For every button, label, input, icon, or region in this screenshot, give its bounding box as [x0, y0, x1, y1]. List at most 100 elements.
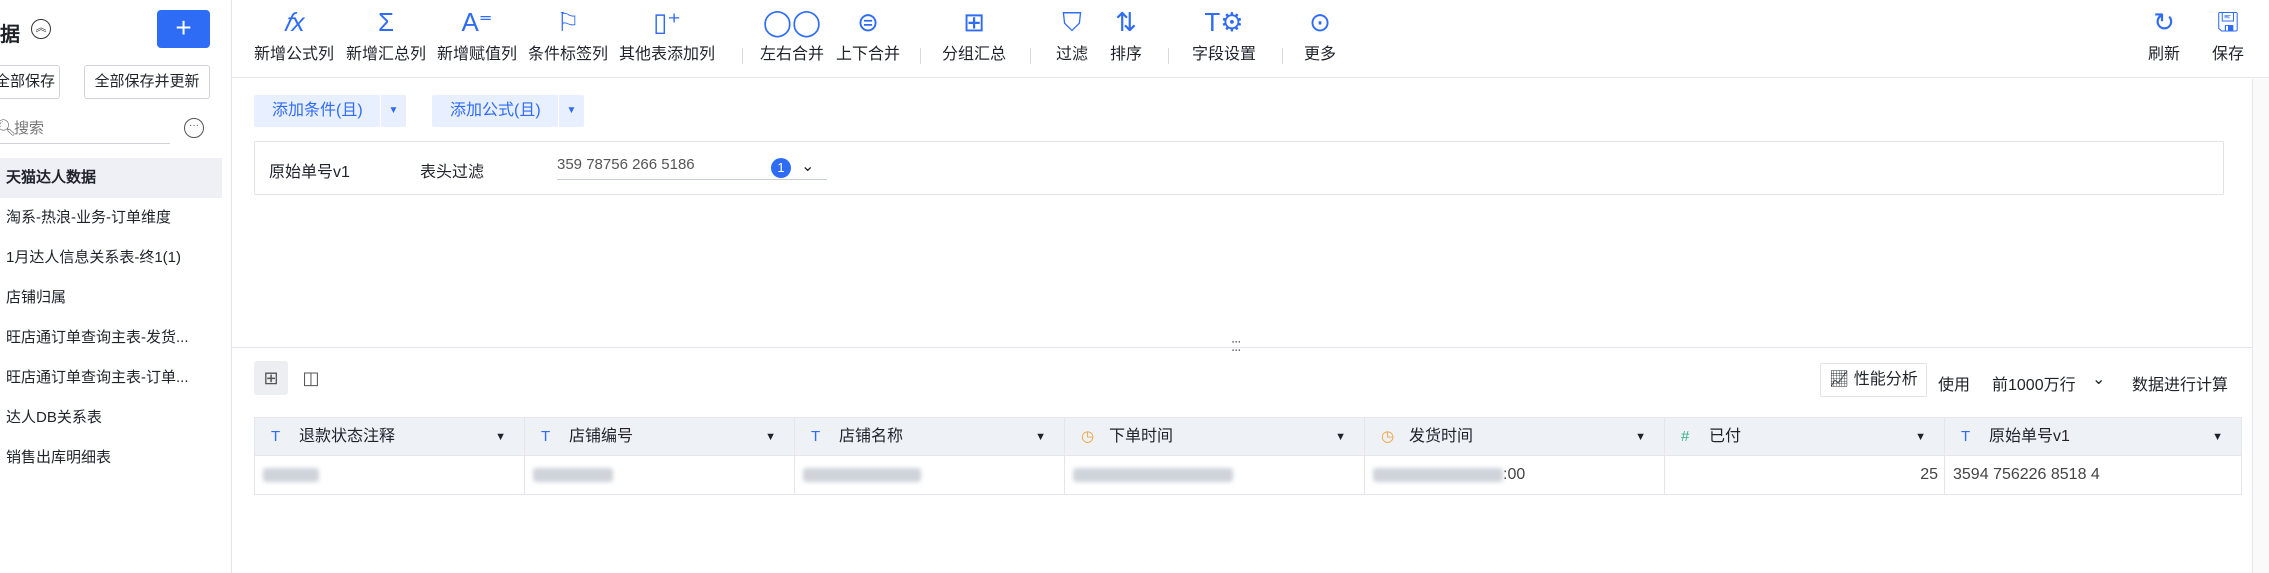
number-type-icon: # [1681, 428, 1690, 445]
filter-condition-row: 原始单号v1 表头过滤 359 78756 266 5186 1 ⌄ [254, 141, 2224, 195]
sidebar-title: 据 [0, 24, 20, 46]
assign-icon: A⁼ [461, 7, 493, 37]
filter-field[interactable]: 原始单号v1 [269, 158, 350, 182]
add-table-button[interactable]: + [157, 10, 210, 48]
column-name: 发货时间 [1409, 428, 1474, 445]
group-icon: ⊞ [963, 7, 985, 37]
chevron-down-icon[interactable]: ▼ [495, 418, 506, 455]
filter-button[interactable]: ⛉ 过滤 [1056, 4, 1088, 64]
chevron-down-icon[interactable]: ⌄ [2092, 369, 2105, 389]
column-header[interactable]: # 已付 ▼ [1665, 418, 1945, 455]
group-label: 分组汇总 [942, 46, 1007, 63]
sidebar-item[interactable]: 店铺归属 [0, 278, 222, 318]
add-condition-button[interactable]: 添加条件(且) ▼ [254, 95, 406, 127]
condition-tag-column-button[interactable]: ⚐ 条件标签列 [528, 4, 608, 64]
collapse-circle-icon[interactable]: ︽ [31, 19, 51, 39]
refresh-label: 刷新 [2148, 46, 2181, 63]
filter-value-text: 359 78756 266 5186 [557, 156, 695, 173]
add-formula-label: 新增公式列 [254, 46, 335, 63]
sidebar-item[interactable]: 旺店通订单查询主表-订单... [0, 358, 222, 398]
sigma-icon: Σ [377, 7, 395, 37]
save-all-update-button[interactable]: 全部保存并更新 [84, 65, 210, 99]
performance-analysis-button[interactable]: 📈︎ 性能分析 [1820, 363, 1927, 397]
save-button[interactable]: 🖫 保存 [2212, 4, 2244, 64]
column-header[interactable]: T 原始单号v1 ▼ [1945, 418, 2241, 455]
merge-lr-icon: ◯◯ [762, 7, 822, 37]
chart-icon: 📈︎ [1829, 371, 1854, 388]
sidebar-item[interactable]: 销售出库明细表 [0, 438, 222, 478]
column-header[interactable]: ◷ 下单时间 ▼ [1065, 418, 1365, 455]
add-formula-column-button[interactable]: 𝑓x 新增公式列 [254, 4, 334, 64]
chevron-down-icon[interactable]: ▼ [765, 418, 776, 455]
merge-left-right-button[interactable]: ◯◯ 左右合并 [760, 4, 824, 64]
text-type-icon: T [541, 428, 551, 445]
add-assign-label: 新增赋值列 [437, 46, 518, 63]
table-cell[interactable] [525, 456, 795, 494]
sidebar-item[interactable]: 达人DB关系表 [0, 398, 222, 438]
merge-lr-label: 左右合并 [760, 46, 825, 63]
flag-icon: ⚐ [556, 7, 580, 37]
chevron-down-icon[interactable]: ▼ [1915, 418, 1926, 455]
column-name: 店铺名称 [839, 428, 904, 445]
table-list: 天猫达人数据 淘系-热浪-业务-订单维度 1月达人信息关系表-终1(1) 店铺归… [0, 158, 222, 478]
more-icon: ⊙ [1309, 7, 1331, 37]
redacted-value [803, 467, 921, 482]
chevron-down-icon[interactable]: ▼ [1035, 418, 1046, 455]
column-header[interactable]: T 店铺名称 ▼ [795, 418, 1065, 455]
sidebar-header: 据 ︽ + [0, 10, 232, 50]
chevron-down-icon[interactable]: ⌄ [801, 156, 814, 176]
redacted-value [1073, 467, 1233, 482]
filter-type[interactable]: 表头过滤 [420, 158, 484, 182]
column-header[interactable]: ◷ 发货时间 ▼ [1365, 418, 1665, 455]
condition-tag-label: 条件标签列 [528, 46, 609, 63]
sidebar-item[interactable]: 淘系-热浪-业务-订单维度 [0, 198, 222, 238]
sidebar-item[interactable]: 旺店通订单查询主表-发货... [0, 318, 222, 358]
toolbar-divider [920, 48, 921, 64]
sidebar-search: 🔍︎ [0, 112, 170, 144]
calc-label: 数据进行计算 [2132, 377, 2229, 394]
table-cell[interactable] [795, 456, 1065, 494]
table-cell-order-no[interactable]: 3594 756226 8518 4 [1945, 456, 2241, 494]
table-row: :00 25 3594 756226 8518 4 [255, 456, 2241, 494]
column-header[interactable]: T 店铺编号 ▼ [525, 418, 795, 455]
toolbar: 𝑓x 新增公式列 Σ 新增汇总列 A⁼ 新增赋值列 ⚐ 条件标签列 ▯⁺ 其他表添加列 ◯… [232, 0, 2269, 78]
ship-time-tail: :00 [1503, 466, 1526, 483]
panel-splitter[interactable] [232, 347, 2252, 348]
table-cell-paid[interactable]: 25 [1665, 456, 1945, 494]
perf-label: 性能分析 [1853, 371, 1918, 388]
add-assign-column-button[interactable]: A⁼ 新增赋值列 [437, 4, 517, 64]
chevron-down-icon[interactable]: ▼ [1635, 418, 1646, 455]
row-limit-select[interactable]: 前1000万行 [1992, 371, 2076, 395]
sidebar-item[interactable]: 天猫达人数据 [0, 158, 222, 198]
grid-view-button[interactable]: ⊞ [254, 361, 288, 395]
layout-view-button[interactable]: ◫ [294, 361, 328, 395]
more-options-icon[interactable]: ··· [184, 118, 204, 138]
refresh-button[interactable]: ↻ 刷新 [2148, 4, 2180, 64]
field-settings-button[interactable]: T⚙ 字段设置 [1192, 4, 1256, 64]
chevron-down-icon[interactable]: ▼ [380, 95, 406, 127]
chevron-down-icon[interactable]: ▼ [1335, 418, 1346, 455]
table-cell[interactable] [255, 456, 525, 494]
save-all-button[interactable]: 全部保存 [0, 65, 60, 99]
table-cell[interactable] [1065, 456, 1365, 494]
chevron-down-icon[interactable]: ▼ [2212, 418, 2223, 455]
group-summary-button[interactable]: ⊞ 分组汇总 [942, 4, 1006, 64]
sort-label: 排序 [1110, 46, 1143, 63]
merge-top-bottom-button[interactable]: ⊜ 上下合并 [836, 4, 900, 64]
clock-icon: ◷ [1381, 428, 1395, 445]
chevron-down-icon[interactable]: ▼ [558, 95, 584, 127]
column-header[interactable]: T 退款状态注释 ▼ [255, 418, 525, 455]
table-cell[interactable]: :00 [1365, 456, 1665, 494]
toolbar-divider [742, 48, 743, 64]
add-formula-button[interactable]: 添加公式(且) ▼ [432, 95, 584, 127]
drag-handle-icon[interactable]: ⁚⁚⁚ [1231, 339, 1241, 355]
sort-button[interactable]: ⇅ 排序 [1110, 4, 1142, 64]
filter-icon: ⛉ [1062, 7, 1082, 37]
save-label: 保存 [2212, 46, 2245, 63]
text-type-icon: T [1961, 428, 1971, 445]
search-input[interactable] [14, 116, 164, 140]
add-summary-column-button[interactable]: Σ 新增汇总列 [346, 4, 426, 64]
add-from-other-table-button[interactable]: ▯⁺ 其他表添加列 [619, 4, 715, 64]
sidebar-item[interactable]: 1月达人信息关系表-终1(1) [0, 238, 222, 278]
more-button[interactable]: ⊙ 更多 [1304, 4, 1336, 64]
